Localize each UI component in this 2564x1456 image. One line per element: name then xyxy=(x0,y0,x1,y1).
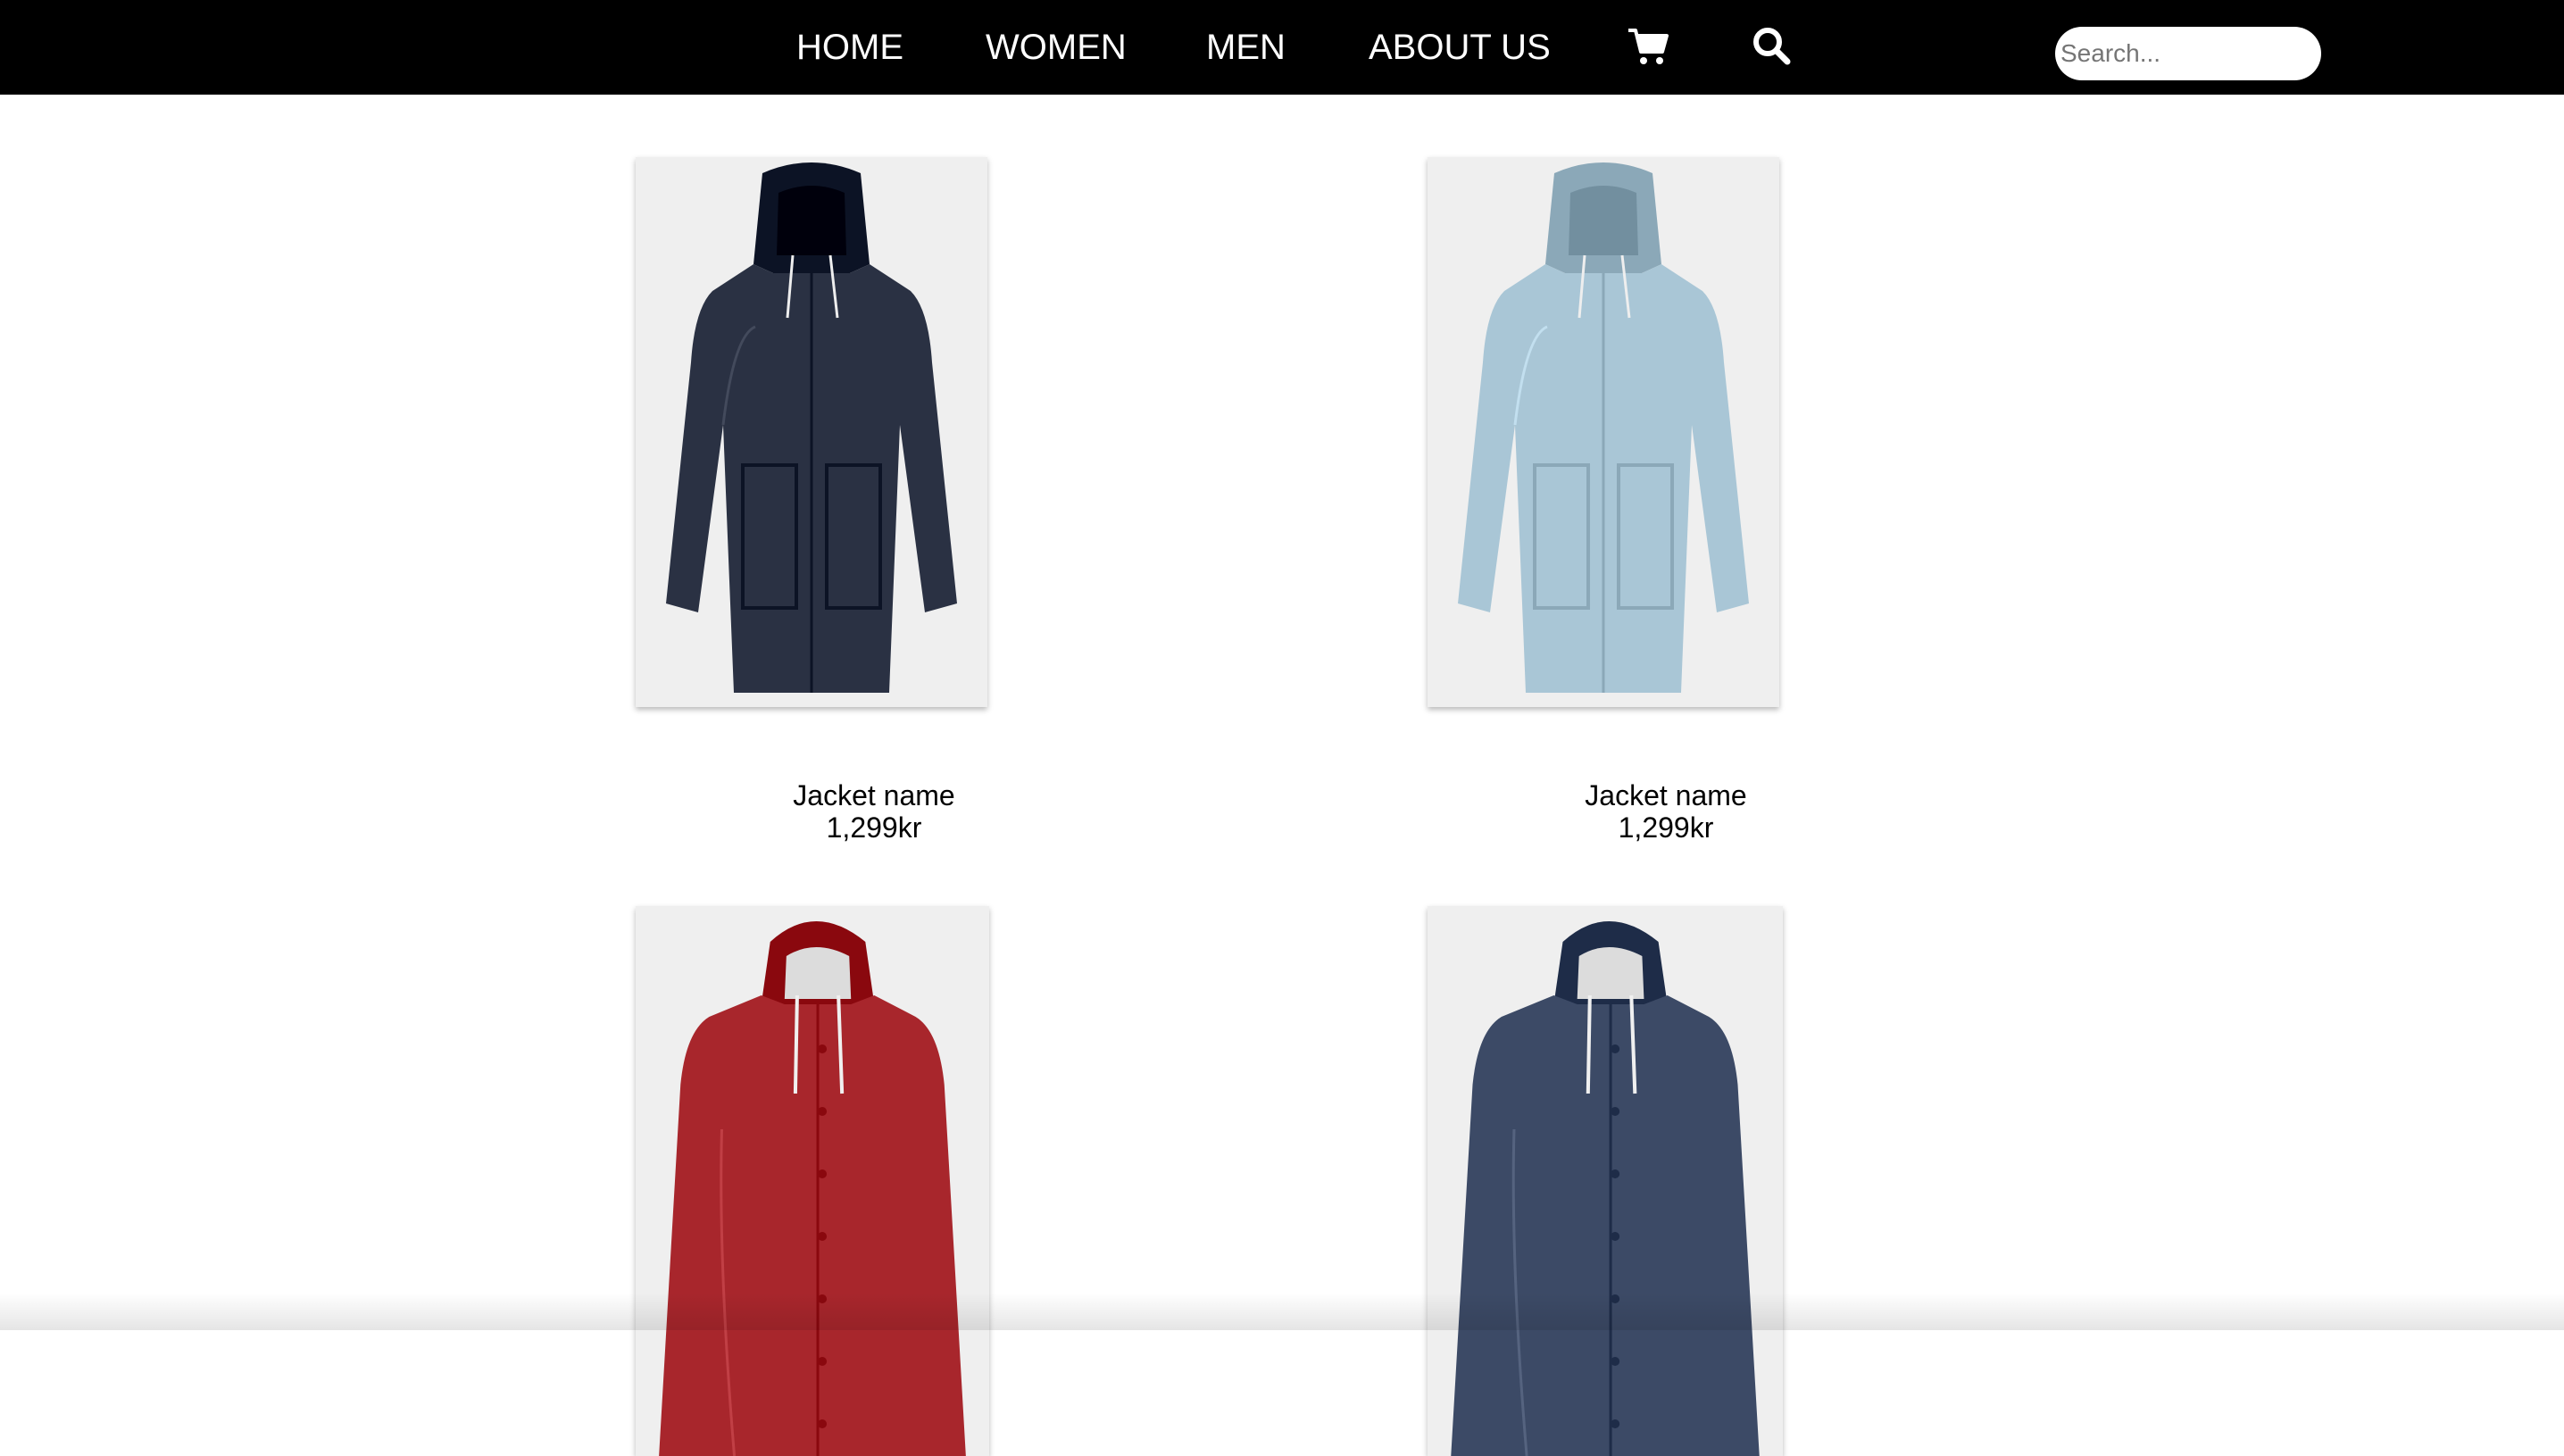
top-navigation-bar: HOME WOMEN MEN ABOUT US xyxy=(0,0,2564,95)
shopping-cart-icon[interactable] xyxy=(1627,25,1669,68)
magnifier-icon[interactable] xyxy=(1750,25,1793,68)
product-image[interactable] xyxy=(636,157,987,707)
product-image[interactable] xyxy=(636,906,989,1456)
jacket-illustration xyxy=(1451,921,1760,1456)
product-image[interactable] xyxy=(1428,157,1779,707)
product-price: 1,299kr xyxy=(826,811,922,844)
product-name[interactable]: Jacket name xyxy=(1303,778,2029,812)
product-name[interactable]: Jacket name xyxy=(511,778,1237,812)
jacket-illustration xyxy=(1458,162,1749,693)
jacket-illustration xyxy=(659,921,966,1456)
nav-home-link[interactable]: HOME xyxy=(796,27,903,68)
jacket-illustration xyxy=(666,162,957,693)
nav-about-us-link[interactable]: ABOUT US xyxy=(1369,27,1551,68)
search-input[interactable] xyxy=(2055,27,2321,80)
bottom-shadow xyxy=(0,1293,2564,1330)
nav-men-link[interactable]: MEN xyxy=(1206,27,1286,68)
product-image[interactable] xyxy=(1428,906,1783,1456)
nav-women-link[interactable]: WOMEN xyxy=(986,27,1127,68)
product-price: 1,299kr xyxy=(1618,811,1714,844)
